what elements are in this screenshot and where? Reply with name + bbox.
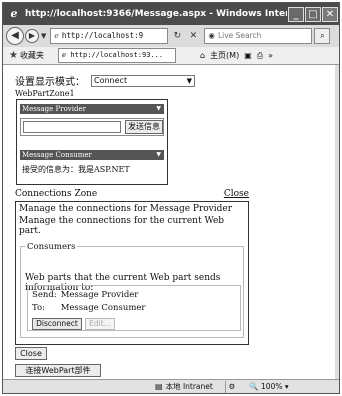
connections-zone: Manage the connections for Message Provi… — [15, 201, 249, 345]
feeds-icon[interactable]: ▣ — [244, 51, 252, 60]
zoom-level[interactable]: 🔍 100% ▾ — [249, 382, 288, 391]
disconnect-button[interactable]: Disconnect — [32, 318, 82, 330]
favorites-star-icon[interactable]: ★ — [9, 50, 18, 61]
intranet-icon: ▤ — [155, 382, 163, 391]
page-content: 设置显示模式： Connect ▼ WebPartZone1 Message P… — [3, 65, 339, 379]
send-value: Message Provider — [60, 290, 139, 300]
title-bar: ℯ http://localhost:9366/Message.aspx - W… — [3, 3, 339, 25]
address-row: ◀ ▶ ▼ ℯ http://localhost:9 ↻ ✕ ◉ Live Sear… — [3, 25, 339, 47]
print-icon[interactable]: ⎙ — [257, 51, 263, 61]
consumer-title: Message Consumer — [22, 151, 92, 159]
display-mode-select[interactable]: Connect ▼ — [91, 74, 195, 87]
forward-icon[interactable]: ▶ — [25, 29, 39, 43]
display-mode-row: 设置显示模式： Connect ▼ — [15, 73, 195, 88]
provider-title: Message Provider — [22, 105, 86, 113]
stop-icon[interactable]: ✕ — [186, 28, 200, 44]
connect-webpart-button[interactable]: 连接WebPart部件 — [15, 364, 101, 377]
tab-title: http://localhost:93... — [70, 51, 164, 59]
address-url: http://localhost:9 — [61, 31, 144, 40]
received-message-text: 接受的信息为：我是ASP.NET — [22, 165, 130, 174]
browser-window: ℯ http://localhost:9366/Message.aspx - W… — [2, 2, 340, 394]
favorites-label[interactable]: 收藏夹 — [20, 50, 44, 61]
provider-body: 发送信息 — [20, 118, 164, 136]
tab-page-icon: ℯ — [61, 51, 67, 59]
favorites-bar: ★ 收藏夹 ℯ http://localhost:93... ⌂ 主页(M) ▣… — [3, 47, 339, 65]
home-label[interactable]: 主页(M) — [210, 50, 239, 61]
search-placeholder: Live Search — [217, 31, 262, 40]
connections-zone-header: Connections Zone Close — [15, 189, 249, 199]
home-icon[interactable]: ⌂ — [200, 51, 205, 60]
chevron-down-icon: ▼ — [186, 76, 192, 85]
to-row: To: Message Consumer — [32, 303, 146, 313]
browser-tab[interactable]: ℯ http://localhost:93... — [57, 48, 176, 63]
provider-header: Message Provider ▼ — [20, 104, 164, 114]
window-title: http://localhost:9366/Message.aspx - Win… — [25, 9, 287, 19]
address-field[interactable]: ℯ http://localhost:9 — [50, 28, 169, 44]
security-zone: 本地 Intranet — [165, 382, 213, 391]
zoom-value: 100% — [261, 382, 283, 391]
manage-title: Manage the connections for Message Provi… — [19, 204, 233, 214]
webpart-zone: Message Provider ▼ 发送信息 Message Consumer… — [16, 99, 168, 185]
close-button[interactable]: Close — [15, 347, 47, 360]
display-mode-label: 设置显示模式： — [15, 77, 85, 88]
consumers-fieldset: Consumers Web parts that the current Web… — [20, 242, 244, 338]
message-input[interactable] — [23, 121, 121, 133]
page-icon: ℯ — [54, 31, 59, 40]
more-icon[interactable]: » — [268, 51, 273, 60]
webpart-zone-label: WebPartZone1 — [15, 89, 75, 98]
send-row: Send: Message Provider — [32, 290, 138, 300]
connection-entry: Send: Message Provider To: Message Consu… — [27, 285, 241, 331]
ie-logo-icon: ℯ — [10, 7, 18, 20]
search-input[interactable]: ◉ Live Search — [204, 28, 313, 44]
to-label: To: — [32, 303, 45, 313]
status-bar: ▤ 本地 Intranet ⚙ 🔍 100% ▾ — [3, 379, 339, 393]
send-message-button[interactable]: 发送信息 — [125, 120, 163, 134]
consumer-header: Message Consumer ▼ — [20, 150, 164, 160]
command-bar: ⌂ 主页(M) ▣ ⎙ » — [200, 50, 273, 61]
verb-menu-icon[interactable]: ▼ — [156, 104, 161, 114]
connections-zone-title: Connections Zone — [15, 189, 98, 199]
manage-subtitle: Manage the connections for the current W… — [19, 216, 225, 236]
display-mode-value: Connect — [94, 75, 128, 85]
status-separator — [224, 380, 226, 393]
close-window-button[interactable]: ✕ — [322, 6, 338, 22]
live-search-icon: ◉ — [208, 31, 215, 40]
edit-button[interactable]: Edit... — [85, 318, 115, 330]
verb-menu-icon[interactable]: ▼ — [156, 150, 161, 160]
back-icon[interactable]: ◀ — [6, 27, 24, 45]
vertical-scrollbar[interactable] — [335, 65, 339, 379]
protected-mode-icon[interactable]: ⚙ — [229, 382, 236, 391]
zoom-icon: 🔍 — [249, 382, 259, 391]
maximize-button[interactable]: □ — [305, 6, 321, 22]
minimize-button[interactable]: _ — [288, 6, 304, 22]
to-value: Message Consumer — [60, 303, 146, 313]
send-label: Send: — [32, 290, 57, 300]
search-icon[interactable]: ⌕ — [314, 28, 331, 44]
close-link[interactable]: Close — [224, 189, 249, 199]
refresh-icon[interactable]: ↻ — [170, 28, 184, 44]
consumers-legend: Consumers — [25, 242, 78, 252]
history-dropdown-icon[interactable]: ▼ — [41, 32, 46, 40]
